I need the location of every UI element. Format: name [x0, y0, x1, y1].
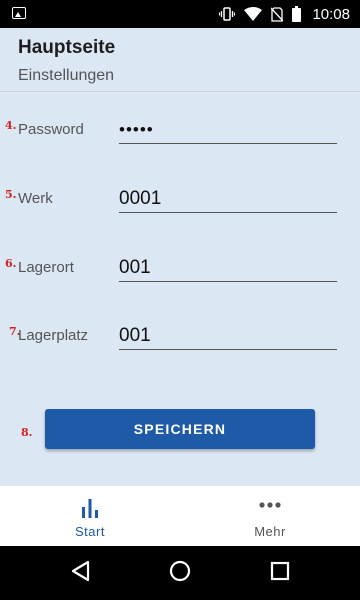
save-number-marker: 8.	[21, 426, 33, 439]
nav-item-mehr[interactable]: Mehr	[180, 486, 360, 547]
save-button[interactable]: SPEICHERN	[45, 409, 315, 449]
no-sim-icon	[271, 6, 284, 22]
more-dots-icon	[259, 502, 281, 508]
page-title: Hauptseite	[18, 37, 116, 58]
app-header: Hauptseite Einstellungen	[0, 28, 360, 91]
werk-field[interactable]	[119, 186, 337, 213]
nav-label-start: Start	[75, 524, 105, 539]
recents-icon[interactable]	[270, 561, 290, 581]
werk-label: Werk	[18, 190, 53, 207]
page-subtitle: Einstellungen	[18, 67, 115, 84]
status-bar: 10:08	[0, 0, 360, 28]
status-time: 10:08	[312, 5, 350, 23]
password-row: 4. Password	[0, 117, 360, 161]
nav-label-mehr: Mehr	[254, 524, 286, 539]
wifi-icon	[244, 7, 263, 21]
werk-row: 5. Werk	[0, 186, 360, 230]
field-number-marker: 4.	[5, 119, 17, 132]
lagerplatz-row: 7. Lagerplatz	[0, 323, 360, 367]
password-label: Password	[18, 121, 84, 138]
status-icons: 10:08	[219, 0, 350, 28]
lagerplatz-label: Lagerplatz	[18, 327, 89, 344]
lagerort-field[interactable]	[119, 255, 337, 282]
bar-chart-icon	[82, 499, 98, 518]
lagerort-label: Lagerort	[18, 259, 74, 276]
bottom-nav: Start Mehr	[0, 485, 360, 547]
field-number-marker: 5.	[5, 188, 17, 201]
home-icon[interactable]	[169, 560, 191, 582]
battery-icon	[292, 6, 302, 22]
image-icon	[12, 7, 26, 19]
header-divider	[0, 91, 360, 92]
field-number-marker: 6.	[5, 257, 17, 270]
system-nav-bar	[0, 546, 360, 600]
password-field[interactable]	[119, 117, 337, 144]
lagerort-row: 6. Lagerort	[0, 255, 360, 299]
back-icon[interactable]	[70, 560, 90, 582]
nav-item-start[interactable]: Start	[0, 486, 180, 547]
vibrate-icon	[219, 7, 236, 21]
lagerplatz-field[interactable]	[119, 323, 337, 350]
